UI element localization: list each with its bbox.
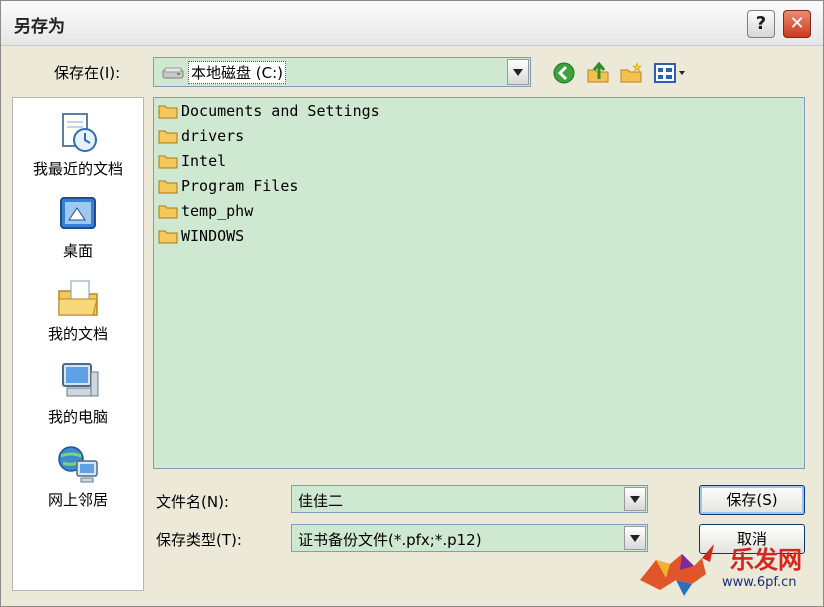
- folder-icon: [158, 105, 178, 119]
- file-list[interactable]: Documents and Settings drivers Intel Pro…: [153, 97, 805, 469]
- filename-value: 佳佳二: [298, 492, 344, 510]
- place-network-places[interactable]: 网上邻居: [13, 441, 143, 510]
- filetype-label: 保存类型(T):: [156, 531, 242, 549]
- folder-name: drivers: [181, 127, 245, 145]
- chevron-down-icon: [513, 69, 523, 76]
- place-label: 网上邻居: [47, 491, 108, 509]
- title-bar[interactable]: 另存为 ? ✕: [1, 1, 823, 46]
- watermark-url: www.6pf.cn: [722, 575, 797, 590]
- my-computer-icon: [62, 363, 99, 397]
- folder-icon: [158, 205, 178, 219]
- folder-name: Intel: [181, 152, 227, 170]
- dialog-title: 另存为: [14, 17, 65, 37]
- save-button[interactable]: 保存(S): [699, 485, 805, 515]
- folder-icon: [158, 230, 178, 244]
- places-bar: 我最近的文档 桌面 我的文档 我的电脑 网上邻居: [12, 97, 144, 591]
- new-folder-icon[interactable]: [619, 61, 643, 85]
- folder-name: WINDOWS: [181, 227, 245, 245]
- up-folder-icon[interactable]: [586, 61, 610, 85]
- filetype-select[interactable]: 证书备份文件(*.pfx;*.p12): [291, 524, 648, 552]
- save-in-dropdown-button[interactable]: [507, 59, 529, 85]
- folder-name: temp_phw: [181, 202, 254, 220]
- place-label: 我的电脑: [47, 408, 108, 426]
- folder-name: Program Files: [181, 177, 299, 195]
- my-documents-icon: [58, 280, 98, 316]
- save-as-dialog: 另存为 ? ✕ 保存在(I): 本地磁盘 (C:) 我最近的文档 桌面 我的文档…: [0, 0, 824, 607]
- place-label: 我的文档: [47, 325, 108, 343]
- watermark-text: 乐发网: [730, 546, 802, 574]
- back-icon[interactable]: [552, 61, 576, 85]
- filename-label: 文件名(N):: [156, 493, 229, 511]
- close-button[interactable]: ✕: [783, 10, 811, 38]
- local-disk-icon: [162, 67, 184, 79]
- views-menu-icon[interactable]: [653, 61, 689, 85]
- place-label: 我最近的文档: [32, 160, 123, 178]
- save-in-label: 保存在(I):: [54, 64, 121, 82]
- place-label: 桌面: [62, 242, 93, 260]
- filename-dropdown-button[interactable]: [624, 487, 646, 511]
- filename-input[interactable]: 佳佳二: [291, 485, 648, 513]
- folder-icon: [158, 180, 178, 194]
- recent-documents-icon: [62, 113, 97, 152]
- folder-icon: [158, 130, 178, 144]
- folder-icon: [158, 155, 178, 169]
- folder-name: Documents and Settings: [181, 102, 380, 120]
- chevron-down-icon: [630, 496, 640, 503]
- filetype-value: 证书备份文件(*.pfx;*.p12): [298, 531, 482, 549]
- place-desktop[interactable]: 桌面: [13, 192, 143, 261]
- help-button[interactable]: ?: [747, 10, 775, 38]
- place-my-computer[interactable]: 我的电脑: [13, 358, 143, 427]
- network-places-icon: [58, 446, 98, 483]
- place-recent-documents[interactable]: 我最近的文档: [13, 110, 143, 179]
- save-in-value: 本地磁盘 (C:): [188, 61, 286, 84]
- save-in-combobox[interactable]: 本地磁盘 (C:): [153, 57, 531, 87]
- place-my-documents[interactable]: 我的文档: [13, 275, 143, 344]
- desktop-icon: [60, 197, 96, 229]
